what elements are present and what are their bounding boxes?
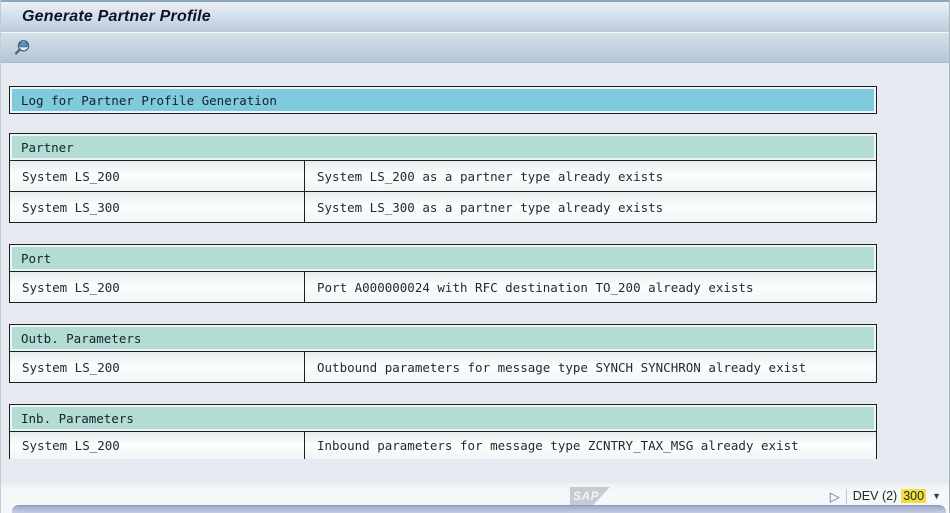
system-cell: System LS_200	[10, 161, 305, 191]
log-row[interactable]: System LS_200 Port A000000024 with RFC de…	[10, 271, 876, 302]
system-cell: System LS_200	[10, 432, 305, 459]
message-cell: Port A000000024 with RFC destination TO_…	[305, 272, 876, 302]
log-section-box: Partner System LS_200 System LS_200 as a p…	[9, 133, 877, 223]
log-row[interactable]: System LS_200 System LS_200 as a partner …	[10, 160, 876, 191]
log-row[interactable]: System LS_300 System LS_300 as a partner …	[10, 191, 876, 222]
page-title: Generate Partner Profile	[22, 8, 211, 25]
system-label: DEV (2) 300	[852, 489, 927, 503]
display-log-button[interactable]	[12, 37, 33, 58]
sap-logo-text: SAP	[573, 489, 600, 503]
statusbar-menu-icon[interactable]: ▼	[932, 491, 941, 501]
message-cell: Outbound parameters for message type SYN…	[305, 352, 876, 382]
log-sections: Partner System LS_200 System LS_200 as a p…	[9, 133, 949, 459]
sap-window: Generate Partner Profile Log for Partner…	[0, 0, 950, 513]
log-section-box: Port System LS_200 Port A000000024 with RF…	[9, 244, 877, 303]
status-area: SAP ▷ DEV (2) 300 ▼	[1, 483, 949, 513]
section-title: Port	[12, 247, 874, 269]
statusbar-separator	[845, 488, 847, 504]
section-title: Partner	[12, 136, 874, 158]
expand-status-icon[interactable]: ▷	[830, 490, 840, 503]
section-title: Outb. Parameters	[12, 327, 874, 349]
application-toolbar	[1, 33, 949, 63]
system-cell: System LS_200	[10, 352, 305, 382]
log-row[interactable]: System LS_200 Outbound parameters for mes…	[10, 351, 876, 382]
log-section-box: Outb. Parameters System LS_200 Outbound pa…	[9, 324, 877, 383]
message-cell: Inbound parameters for message type ZCNT…	[305, 432, 876, 459]
message-cell: System LS_200 as a partner type already …	[305, 161, 876, 191]
system-cell: System LS_300	[10, 192, 305, 222]
statusbar-right: ▷ DEV (2) 300 ▼	[830, 487, 941, 505]
system-id: DEV (2)	[852, 489, 898, 503]
section-title: Inb. Parameters	[12, 407, 874, 429]
client-badge: 300	[901, 489, 927, 503]
log-content-area: Log for Partner Profile Generation Partn…	[1, 64, 949, 483]
log-title-box: Log for Partner Profile Generation	[9, 86, 877, 114]
log-section-box: Inb. Parameters System LS_200 Inbound para…	[9, 404, 877, 459]
system-cell: System LS_200	[10, 272, 305, 302]
log-row[interactable]: System LS_200 Inbound parameters for mess…	[10, 431, 876, 459]
magnifier-icon	[14, 39, 31, 56]
message-cell: System LS_300 as a partner type already …	[305, 192, 876, 222]
statusbar	[12, 505, 946, 513]
log-title: Log for Partner Profile Generation	[12, 89, 874, 111]
titlebar: Generate Partner Profile	[1, 0, 949, 33]
sap-logo: SAP	[570, 487, 610, 505]
